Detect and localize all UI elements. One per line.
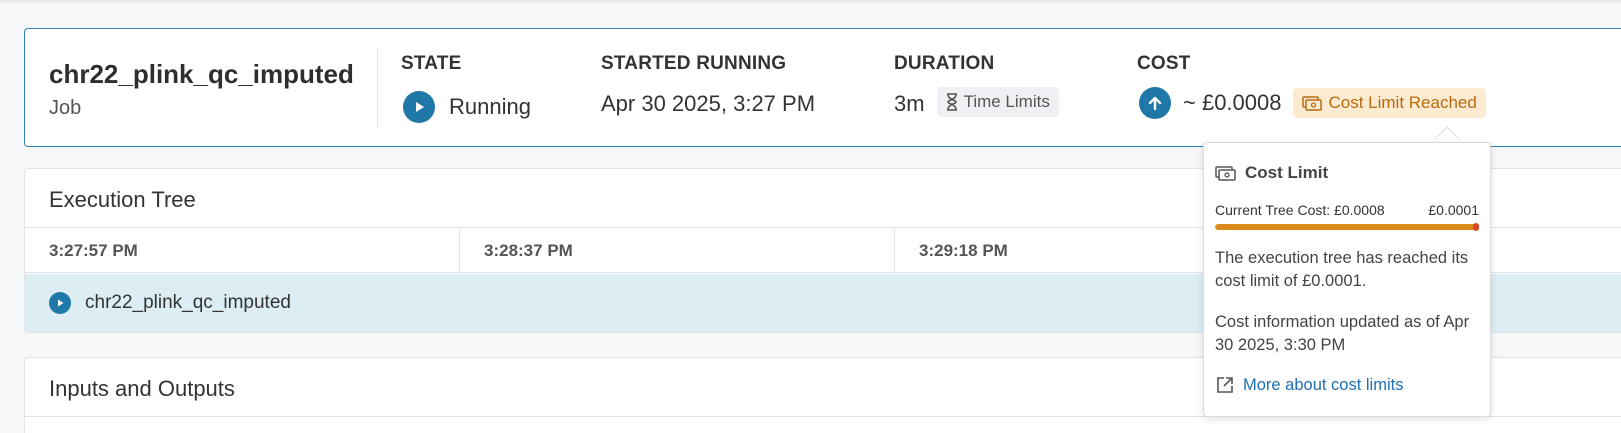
state-text: Running <box>449 94 531 119</box>
popover-title: Cost Limit <box>1245 163 1329 182</box>
state-label: STATE <box>401 53 462 74</box>
state-value: Running <box>403 91 531 123</box>
cost-limit-marker <box>1473 223 1479 231</box>
summary-divider <box>377 47 378 129</box>
cost-value: ~ £0.0008 Cost Limit Reached <box>1139 87 1486 119</box>
time-limits-label: Time Limits <box>963 92 1050 111</box>
timeline-tick: 3:27:57 PM <box>25 228 460 272</box>
hourglass-icon <box>946 93 957 111</box>
money-icon <box>1215 165 1236 181</box>
cost-text: ~ £0.0008 <box>1183 90 1282 115</box>
execution-tree-title: Execution Tree <box>49 187 196 212</box>
duration-value: 3m Time Limits <box>894 87 1059 117</box>
duration-label: DURATION <box>894 53 995 74</box>
cost-limit-value: £0.0001 <box>1428 202 1479 218</box>
play-circle-icon <box>49 292 71 314</box>
cost-limit-chip-label: Cost Limit Reached <box>1328 93 1477 112</box>
cost-progress-fill <box>1215 224 1479 230</box>
external-link-icon <box>1217 377 1233 393</box>
cost-limit-popover: Cost Limit Current Tree Cost: £0.0008 £0… <box>1203 142 1491 417</box>
current-tree-cost: Current Tree Cost: £0.0008 <box>1215 202 1385 218</box>
popover-updated: Cost information updated as of Apr 30 20… <box>1215 313 1470 354</box>
tree-row-label: chr22_plink_qc_imputed <box>85 292 291 313</box>
more-about-link-label: More about cost limits <box>1243 375 1404 394</box>
play-circle-icon <box>403 91 435 123</box>
arrow-up-circle-icon <box>1139 87 1171 119</box>
time-limits-chip[interactable]: Time Limits <box>936 87 1059 117</box>
popover-message: The execution tree has reached its cost … <box>1215 249 1469 290</box>
inputs-outputs-title: Inputs and Outputs <box>49 376 235 401</box>
cost-label: COST <box>1137 53 1191 74</box>
started-value: Apr 30 2025, 3:27 PM <box>601 91 816 116</box>
job-name: chr22_plink_qc_imputed <box>49 59 354 89</box>
cost-progress-bar <box>1215 224 1479 230</box>
timeline-tick: 3:28:37 PM <box>460 228 895 272</box>
more-about-cost-limits-link[interactable]: More about cost limits <box>1215 375 1403 395</box>
job-summary-card: chr22_plink_qc_imputed Job STATE Running… <box>24 28 1621 147</box>
money-icon <box>1302 96 1323 111</box>
cost-bar-labels: Current Tree Cost: £0.0008 £0.0001 <box>1215 202 1479 218</box>
started-label: STARTED RUNNING <box>601 53 787 74</box>
top-divider <box>0 0 1621 3</box>
job-type: Job <box>49 97 82 119</box>
cost-limit-reached-chip[interactable]: Cost Limit Reached <box>1293 88 1486 118</box>
popover-header: Cost Limit <box>1215 163 1328 183</box>
duration-text: 3m <box>894 91 925 116</box>
